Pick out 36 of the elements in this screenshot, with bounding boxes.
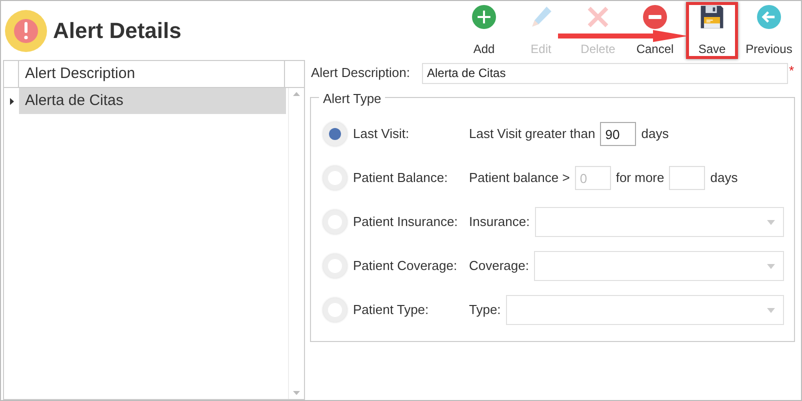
plus-icon	[472, 5, 496, 29]
field-label: for more	[616, 169, 664, 188]
radio-label: Patient Insurance:	[353, 213, 459, 232]
field-label: Patient balance >	[469, 169, 570, 188]
dropdown-caret-icon	[767, 264, 775, 268]
dropdown-caret-icon	[767, 220, 775, 224]
page-title: Alert Details	[53, 17, 182, 45]
field-label: Alert Description:	[310, 64, 411, 82]
field-label: Coverage:	[469, 257, 529, 276]
required-mark: *	[789, 62, 794, 80]
dropdown-field[interactable]	[534, 251, 784, 281]
column-header[interactable]: Alert Description	[19, 61, 285, 87]
field-label: Insurance:	[469, 213, 530, 232]
dropdown-caret-icon	[767, 308, 775, 312]
field-label: Type:	[469, 301, 501, 320]
radio-label: Patient Coverage:	[353, 257, 458, 276]
field-label: days	[710, 169, 738, 188]
dropdown-field[interactable]	[506, 295, 784, 325]
radio-label: Patient Type:	[353, 301, 430, 320]
radio-label: Last Visit:	[353, 125, 410, 144]
minus-icon	[643, 5, 667, 29]
toolbar-button[interactable]: Previous	[743, 2, 795, 59]
number-input[interactable]: 90	[600, 122, 636, 146]
toolbar-button[interactable]: Save	[686, 2, 738, 59]
alert-icon	[5, 10, 47, 52]
description-field[interactable]: Alerta de Citas	[422, 62, 788, 84]
scroll-up-icon	[293, 92, 300, 96]
radio-button[interactable]	[323, 122, 347, 146]
cross-icon	[586, 5, 610, 29]
dropdown-field[interactable]	[534, 207, 784, 237]
field-label: Last Visit greater than	[469, 125, 596, 144]
scroll-down-icon	[293, 391, 300, 395]
toolbar-button[interactable]: Add	[458, 2, 510, 59]
row-pointer-icon	[10, 98, 14, 104]
field-label: days	[641, 125, 669, 144]
radio-label: Patient Balance:	[353, 169, 449, 188]
